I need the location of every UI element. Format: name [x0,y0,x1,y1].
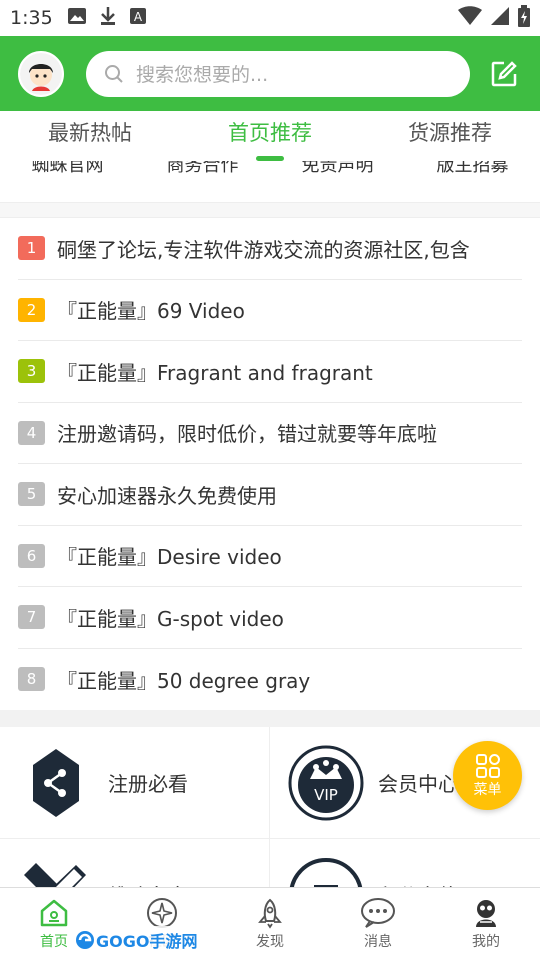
rank-badge: 5 [18,482,45,507]
app-screen: 1:35 A 搜索您想要的... 最新热帖 首页推荐 货源推荐 蜘蛛官网 商务合… [0,0,540,960]
nav-label: 我的 [472,934,500,950]
category-item[interactable]: 版主招募 [437,161,509,177]
status-bar: 1:35 A [0,0,540,36]
chat-icon [361,898,395,928]
list-item-title: 『正能量』Fragrant and fragrant [57,360,373,385]
rank-badge: 2 [18,297,45,322]
section-divider [0,710,540,727]
menu-fab-button[interactable]: 菜单 [453,741,522,810]
nav-label: 发现 [256,934,284,950]
tab-supply[interactable]: 货源推荐 [408,117,492,155]
svg-text:A: A [134,10,143,24]
list-item[interactable]: 2 『正能量』69 Video [18,280,522,341]
list-item[interactable]: 5 安心加速器永久免费使用 [18,464,522,526]
tab-bar: 最新热帖 首页推荐 货源推荐 [0,111,540,161]
nav-messages[interactable]: 消息 [338,897,418,951]
avatar[interactable] [18,50,64,97]
sparkle-icon [147,898,177,928]
category-item[interactable]: 免责声明 [302,161,374,177]
list-item-title: 注册邀请码，限时低价，错过就要等年底啦 [57,422,437,447]
a-icon: A [129,7,147,30]
rocket-icon [258,898,282,929]
category-item[interactable]: 商务合作 [167,161,239,177]
avatar-icon [20,52,62,95]
share-hex-icon [18,745,94,821]
rank-badge: 3 [18,359,45,384]
search-input[interactable]: 搜索您想要的... [86,50,470,97]
home-icon [40,899,68,927]
list-item-title: 『正能量』G-spot video [57,606,284,631]
menu-fab-label: 菜单 [473,781,502,798]
grid-item-label: 会员中心 [378,772,458,796]
edit-icon [491,60,517,86]
grid-item-register-guide[interactable]: 注册必看 [0,727,270,839]
image-icon [67,7,87,30]
list-item[interactable]: 1 硐堡了论坛,专注软件游戏交流的资源社区,包含 [18,218,522,280]
vip-crown-icon: VIP [288,745,364,821]
rank-badge: 7 [18,605,45,630]
rank-badge: 1 [18,236,45,261]
hot-list: 1 硐堡了论坛,专注软件游戏交流的资源社区,包含 2 『正能量』69 Video… [0,218,540,710]
nav-discover[interactable]: 发现 [230,897,310,951]
tab-latest[interactable]: 最新热帖 [48,117,132,155]
top-bar: 搜索您想要的... [0,36,540,111]
list-item-title: 硐堡了论坛,专注软件游戏交流的资源社区,包含 [57,237,470,262]
rank-badge: 6 [18,543,45,568]
svg-text:VIP: VIP [314,786,338,804]
wifi-icon [458,5,482,31]
list-item-title: 『正能量』Desire video [57,545,282,570]
signal-icon [490,6,510,31]
list-item[interactable]: 6 『正能量』Desire video [18,526,522,587]
grid-item-label: 注册必看 [108,772,188,796]
nav-profile[interactable]: 我的 [446,897,526,951]
list-item-title: 『正能量』69 Video [57,299,245,324]
list-item-title: 安心加速器永久免费使用 [57,483,277,508]
profile-icon [476,900,496,927]
nav-label: 消息 [364,934,392,950]
category-row: 蜘蛛官网 商务合作 免责声明 版主招募 [0,161,540,203]
list-item[interactable]: 7 『正能量』G-spot video [18,587,522,649]
download-icon [99,6,117,31]
status-time: 1:35 [10,7,53,29]
compose-button[interactable] [490,60,518,88]
watermark-logo: GOGO手游网 [70,926,202,954]
nav-label: 首页 [40,934,68,950]
rank-badge: 8 [18,667,45,692]
tab-recommended[interactable]: 首页推荐 [228,117,312,155]
search-placeholder: 搜索您想要的... [136,64,269,86]
grid-menu-icon [475,753,500,778]
watermark-icon [76,931,94,949]
category-item[interactable]: 蜘蛛官网 [32,161,104,177]
list-item[interactable]: 4 注册邀请码，限时低价，错过就要等年底啦 [18,403,522,464]
list-item[interactable]: 3 『正能量』Fragrant and fragrant [18,341,522,403]
rank-badge: 4 [18,420,45,445]
section-divider [0,203,540,218]
watermark-text: GOGO手游网 [96,932,198,951]
list-item-title: 『正能量』50 degree gray [57,668,311,693]
search-icon [104,64,124,84]
battery-icon [518,4,530,32]
list-item[interactable]: 8 『正能量』50 degree gray [18,649,522,711]
